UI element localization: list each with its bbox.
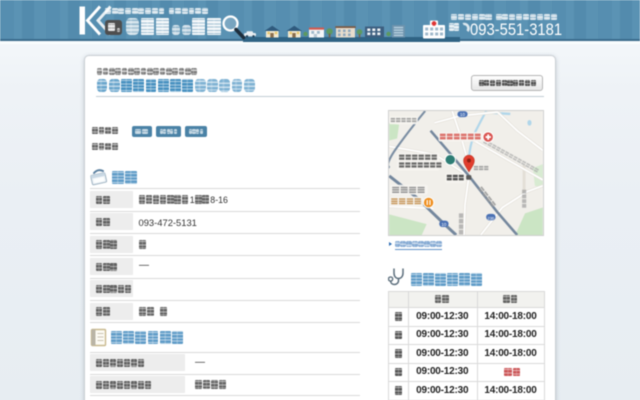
svg-text:10: 10	[460, 111, 465, 116]
svg-text:10: 10	[441, 222, 446, 227]
svg-text:236: 236	[487, 215, 494, 220]
